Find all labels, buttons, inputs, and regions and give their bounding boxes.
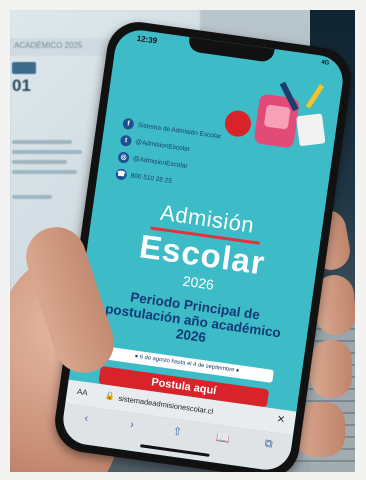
laptop-text-line [12, 140, 72, 144]
bookmarks-icon[interactable]: 📖 [212, 430, 234, 446]
phone-notch [187, 37, 275, 63]
laptop-text-line [12, 150, 82, 154]
phone-screen: 12:39 4G f Sistema de Admisión Escolar t… [60, 27, 346, 472]
pencil-shape [305, 84, 325, 109]
phone-icon: ☎ [115, 168, 128, 181]
back-icon[interactable]: ‹ [76, 411, 97, 426]
facebook-icon: f [122, 117, 135, 131]
notebook-shape [296, 113, 326, 146]
ball-shape [224, 110, 251, 137]
laptop-text-line [12, 170, 77, 174]
forward-icon[interactable]: › [121, 417, 142, 432]
laptop-text-line [12, 195, 52, 199]
laptop-heading: ACADÉMICO 2025 [14, 41, 83, 50]
lock-icon: 🔒 [104, 390, 116, 402]
twitter-icon: t [119, 134, 133, 147]
social-label: 800 510 28 25 [130, 172, 173, 185]
social-links: f Sistema de Admisión Escolar t @Admisio… [115, 115, 223, 196]
tabs-icon[interactable]: ⧉ [258, 437, 280, 453]
school-supplies-illustration [224, 81, 326, 148]
close-icon[interactable]: ✕ [276, 414, 286, 426]
share-icon[interactable]: ⇧ [167, 424, 189, 440]
status-network: 4G [320, 59, 330, 67]
instagram-icon: ◎ [117, 151, 130, 164]
reader-text-size-button[interactable]: AA [76, 387, 88, 397]
photo-frame: ACADÉMICO 2025 01 12:39 4G f Sistema de … [10, 10, 355, 472]
laptop-big-text: 01 [12, 76, 31, 95]
hand-finger [310, 340, 352, 398]
calendar-icon [12, 62, 36, 74]
status-time: 12:39 [136, 33, 158, 46]
laptop-text-line [12, 160, 67, 164]
backpack-pocket [264, 104, 291, 130]
